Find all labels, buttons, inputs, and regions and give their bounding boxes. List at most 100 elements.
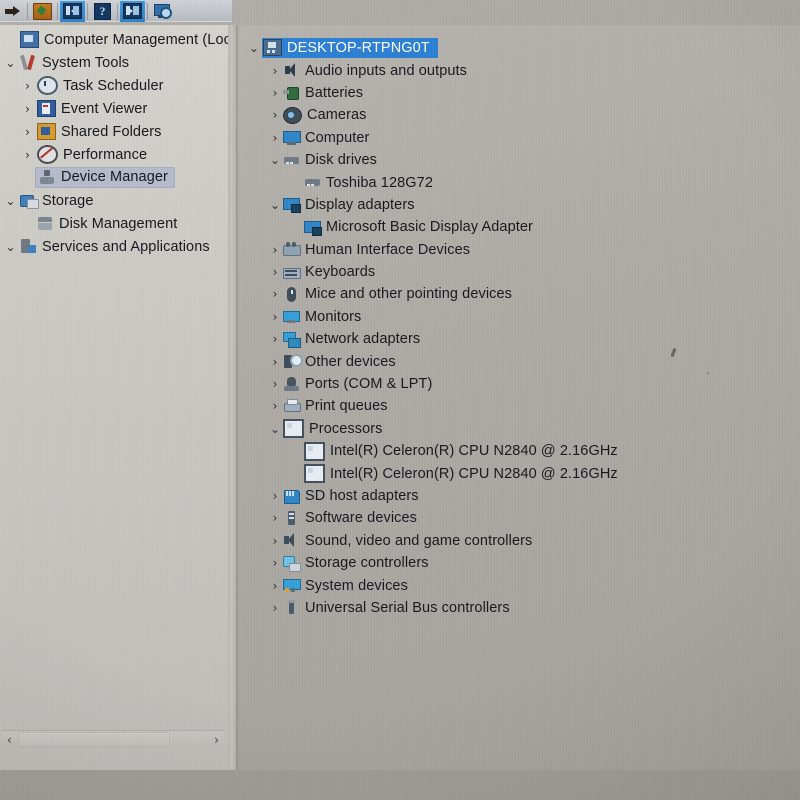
console-tree-item-shared-folders[interactable]: › Shared Folders (0, 120, 228, 143)
chevron-right-icon[interactable]: › (267, 244, 283, 256)
computer-node-icon (263, 39, 282, 57)
device-tree-item-sd-host-adapters[interactable]: › SD host adapters (236, 485, 800, 507)
device-tree-item-desktop-rtpng0t[interactable]: ⌄ DESKTOP-RTPNG0T (236, 37, 800, 59)
chevron-right-icon[interactable]: › (19, 80, 36, 92)
chevron-right-icon[interactable]: › (267, 512, 283, 524)
device-tree-item-microsoft-basic-display-adapter[interactable]: Microsoft Basic Display Adapter (236, 216, 800, 238)
chevron-right-icon[interactable]: › (267, 378, 283, 390)
device-tree-item-other-devices[interactable]: › Other devices (236, 350, 800, 372)
console-tree-item-computer-management-local[interactable]: Computer Management (Local (0, 28, 228, 51)
device-tree-item-content: DESKTOP-RTPNG0T (262, 38, 438, 59)
device-tree-item-computer[interactable]: › Computer (236, 127, 800, 149)
chevron-right-icon[interactable]: › (19, 126, 36, 138)
console-tree-item-performance[interactable]: › Performance (0, 143, 228, 166)
chevron-right-icon[interactable]: › (267, 535, 283, 547)
device-tree-item-mice-and-other-pointing-devices[interactable]: › Mice and other pointing devices (236, 283, 800, 305)
forward-button[interactable] (0, 1, 25, 22)
scroll-right-arrow-icon[interactable]: › (209, 734, 224, 746)
device-tree-item-label: Sound, video and game controllers (305, 532, 533, 549)
disk-drive-icon (304, 175, 321, 190)
chevron-right-icon[interactable]: › (267, 333, 283, 345)
console-tree-item-services-and-applications[interactable]: ⌄ Services and Applications (0, 235, 228, 258)
chevron-down-icon[interactable]: ⌄ (2, 57, 19, 69)
device-tree-list[interactable]: ⌄ DESKTOP-RTPNG0T › Audio inputs and output… (236, 25, 800, 619)
device-tree-item-intel-r-celeron-r-cpu-n2840-2-16ghz[interactable]: Intel(R) Celeron(R) CPU N2840 @ 2.16GHz (236, 440, 800, 462)
chevron-down-icon[interactable]: ⌄ (267, 423, 283, 435)
scroll-left-arrow-icon[interactable]: ‹ (2, 734, 17, 746)
disk-management-icon (37, 216, 54, 231)
pane-splitter[interactable] (228, 25, 236, 770)
chevron-right-icon[interactable]: › (267, 400, 283, 412)
console-tree-item-disk-management[interactable]: Disk Management (0, 212, 228, 235)
console-tree-item-device-manager[interactable]: Device Manager (0, 166, 228, 189)
chevron-right-icon[interactable]: › (19, 149, 36, 161)
export-list-button[interactable] (30, 1, 55, 22)
device-tree-item-storage-controllers[interactable]: › Storage controllers (236, 552, 800, 574)
device-tree-item-network-adapters[interactable]: › Network adapters (236, 328, 800, 350)
chevron-right-icon[interactable]: › (267, 132, 283, 144)
device-tree-item-keyboards[interactable]: › Keyboards (236, 261, 800, 283)
console-tree-horizontal-scrollbar[interactable]: ‹ › (2, 730, 224, 748)
computer-icon (283, 130, 301, 146)
device-tree-item-cameras[interactable]: › Cameras (236, 104, 800, 126)
show-hide-console-tree-button[interactable] (60, 0, 85, 22)
device-tree-item-system-devices[interactable]: › System devices (236, 574, 800, 596)
device-tree-item-software-devices[interactable]: › Software devices (236, 507, 800, 529)
chevron-right-icon[interactable]: › (267, 580, 283, 592)
device-tree-item-label: Cameras (307, 107, 367, 124)
chevron-right-icon[interactable]: › (267, 65, 283, 77)
device-tree-item-content: Display adapters (283, 197, 415, 214)
device-tree-item-monitors[interactable]: › Monitors (236, 306, 800, 328)
chevron-down-icon[interactable]: ⌄ (246, 42, 262, 54)
device-tree-item-label: Intel(R) Celeron(R) CPU N2840 @ 2.16GHz (330, 465, 618, 482)
console-tree-item-task-scheduler[interactable]: › Task Scheduler (0, 74, 228, 97)
show-hide-action-pane-button[interactable] (120, 0, 145, 22)
device-tree-item-ports-com-lpt[interactable]: › Ports (COM & LPT) (236, 373, 800, 395)
console-tree-item-system-tools[interactable]: ⌄ System Tools (0, 51, 228, 74)
console-tree-item-content: Disk Management (36, 216, 177, 232)
device-tree-item-sound-video-and-game-controllers[interactable]: › Sound, video and game controllers (236, 530, 800, 552)
chevron-right-icon[interactable]: › (267, 87, 283, 99)
device-tree-item-audio-inputs-and-outputs[interactable]: › Audio inputs and outputs (236, 59, 800, 81)
console-tree-item-label: Event Viewer (61, 100, 148, 117)
chevron-down-icon[interactable]: ⌄ (267, 199, 283, 211)
chevron-right-icon[interactable]: › (267, 490, 283, 502)
chevron-right-icon[interactable]: › (267, 557, 283, 569)
device-tree-item-toshiba-128g72[interactable]: Toshiba 128G72 (236, 171, 800, 193)
device-tree-item-display-adapters[interactable]: ⌄ Display adapters (236, 194, 800, 216)
device-tree-item-content: Ports (COM & LPT) (283, 376, 432, 392)
chevron-down-icon[interactable]: ⌄ (2, 241, 19, 253)
device-tree-item-batteries[interactable]: › Batteries (236, 82, 800, 104)
device-tree-item-processors[interactable]: ⌄ Processors (236, 418, 800, 440)
console-tree-list[interactable]: Computer Management (Local ⌄ System Tools ›… (0, 28, 228, 742)
chevron-right-icon[interactable]: › (267, 266, 283, 278)
chevron-down-icon[interactable]: ⌄ (267, 154, 283, 166)
device-tree-item-universal-serial-bus-controllers[interactable]: › Universal Serial Bus controllers (236, 597, 800, 619)
chevron-right-icon[interactable]: › (267, 109, 283, 121)
help-button[interactable]: ? (90, 1, 115, 22)
device-tree-item-disk-drives[interactable]: ⌄ Disk drives (236, 149, 800, 171)
device-tree-item-human-interface-devices[interactable]: › Human Interface Devices (236, 239, 800, 261)
device-tree-item-content: Monitors (283, 309, 361, 325)
device-tree-item-label: System devices (305, 577, 408, 594)
services-applications-icon (20, 239, 37, 254)
console-tree-item-storage[interactable]: ⌄ Storage (0, 189, 228, 212)
forward-arrow-icon (5, 5, 20, 16)
device-tree-item-label: Processors (309, 420, 383, 437)
screen-photo: ? Computer Management (Local ⌄ System Tool… (0, 0, 800, 800)
device-tree-item-intel-r-celeron-r-cpu-n2840-2-16ghz[interactable]: Intel(R) Celeron(R) CPU N2840 @ 2.16GHz (236, 462, 800, 484)
software-device-icon (283, 510, 300, 526)
chevron-right-icon[interactable]: › (267, 288, 283, 300)
chevron-right-icon[interactable]: › (267, 602, 283, 614)
chevron-down-icon[interactable]: ⌄ (2, 195, 19, 207)
console-tree-item-event-viewer[interactable]: › Event Viewer (0, 97, 228, 120)
scan-monitor-magnifier-icon (153, 3, 172, 19)
chevron-right-icon[interactable]: › (267, 356, 283, 368)
sound-controller-icon (283, 533, 300, 548)
scrollbar-thumb[interactable] (18, 732, 170, 747)
chevron-right-icon[interactable]: › (267, 311, 283, 323)
chevron-right-icon[interactable]: › (19, 103, 36, 115)
device-tree-item-print-queues[interactable]: › Print queues (236, 395, 800, 417)
scan-hardware-changes-button[interactable] (150, 1, 175, 22)
device-tree-item-content: Disk drives (283, 152, 377, 168)
